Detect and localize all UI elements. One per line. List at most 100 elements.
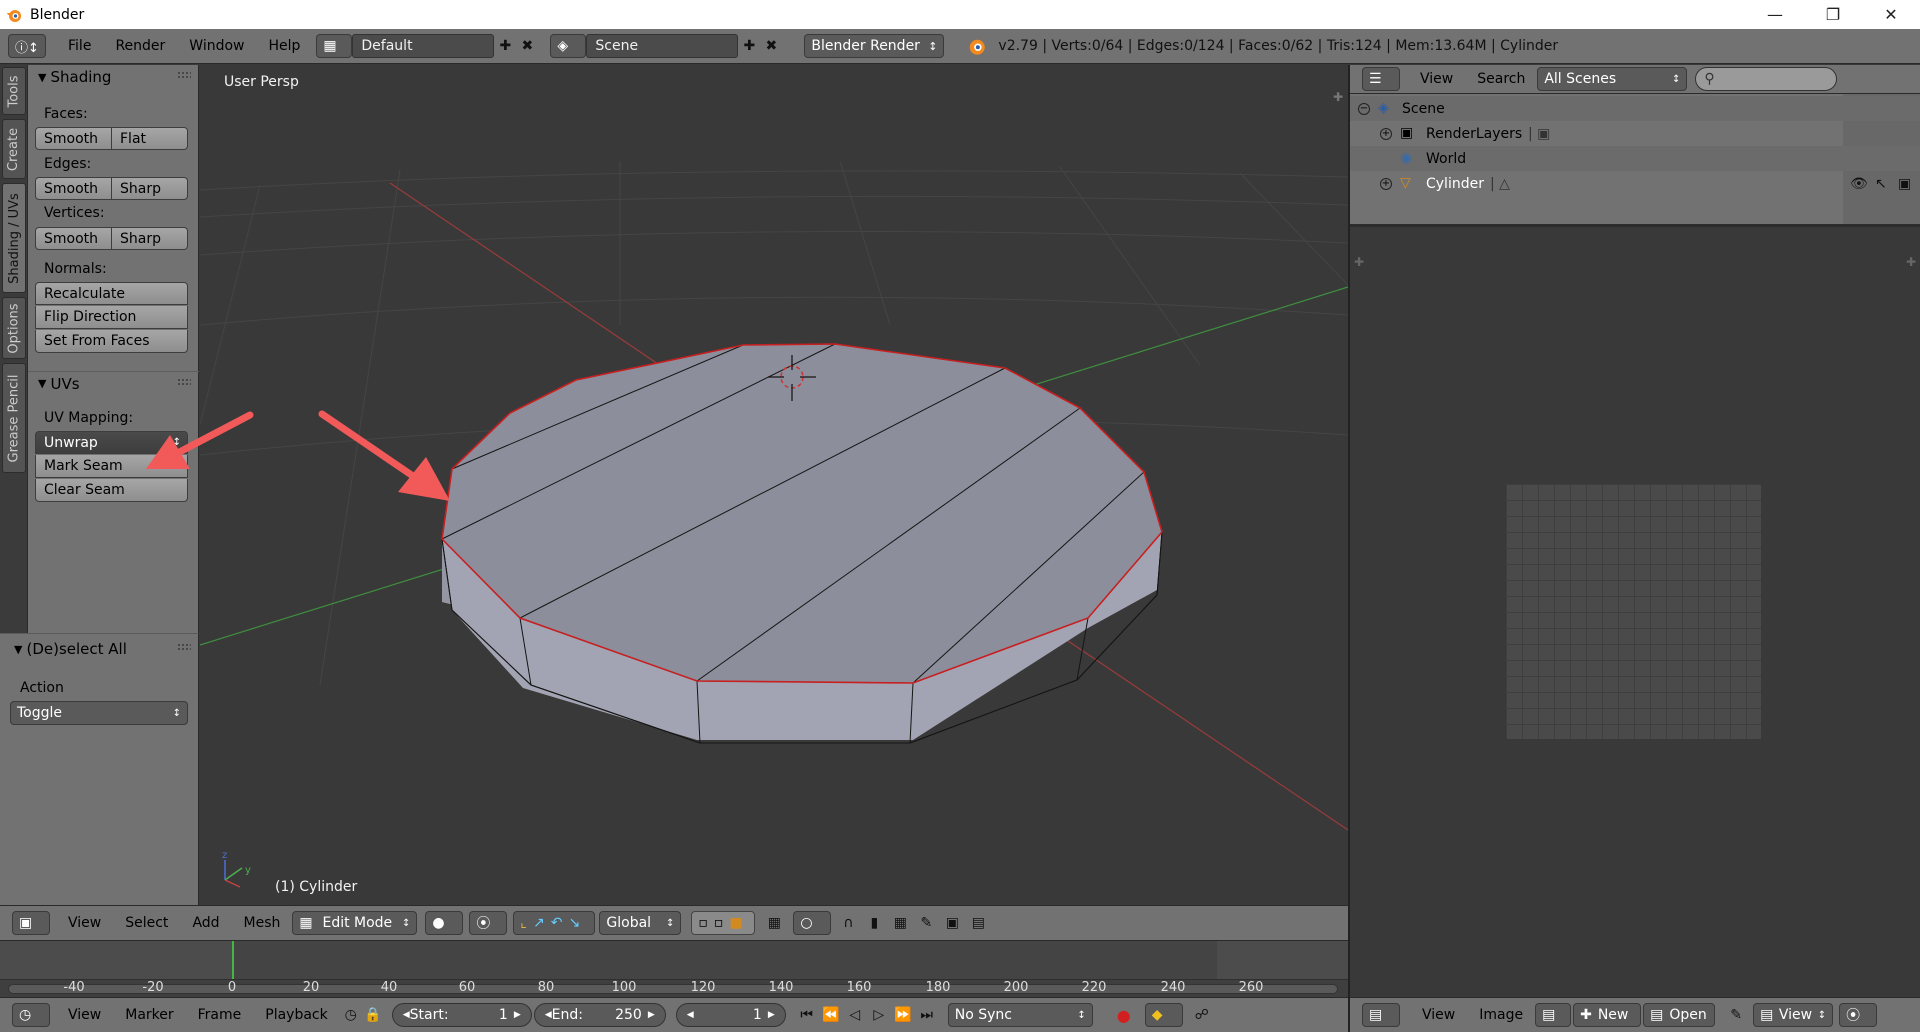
selection-mode-buttons[interactable]: ▫ ▫ ■ [691,911,756,935]
add-screen-icon[interactable]: ✚ [494,35,516,57]
render-engine-dropdown[interactable]: Blender Render ↕ [804,34,945,58]
visibility-eye-icon[interactable]: 👁 [1850,176,1868,192]
region-expand-icon[interactable]: ✚ [1906,255,1916,269]
uvs-panel-header[interactable]: ▼ UVs [28,371,199,395]
panel-grip-icon[interactable] [177,643,191,651]
pin-icon[interactable]: ✎ [915,912,937,934]
uv-image-editor[interactable]: ✚ ✚ [1350,227,1920,997]
keying-set-icon[interactable]: ☍ [1191,1004,1213,1026]
action-dropdown[interactable]: Toggle ↕ [10,701,188,725]
vertices-smooth-button[interactable]: Smooth [35,227,112,250]
remove-screen-icon[interactable]: ✖ [516,35,538,57]
editor-type-info-dropdown[interactable]: ⓘ↕ [8,34,46,58]
region-expand-icon[interactable]: ✚ [1333,90,1343,104]
shading-panel-header[interactable]: ▼ Shading [28,65,199,89]
display-mode-dropdown[interactable]: All Scenes ↕ [1537,67,1688,91]
menu-marker[interactable]: Marker [113,1007,185,1023]
current-frame-field[interactable]: ◀ 1 ▶ [675,1003,786,1027]
close-button[interactable]: ✕ [1862,0,1920,29]
edges-smooth-button[interactable]: Smooth [35,177,112,200]
pin-image-icon[interactable]: ✎ [1725,1004,1747,1026]
outliner-row-cylinder[interactable]: + ▽ Cylinder | △ 👁 ↖ ▣ [1350,171,1920,196]
scene-field[interactable]: Scene [586,34,739,58]
next-keyframe-icon[interactable]: ⏩ [892,1004,914,1026]
image-browse-button[interactable]: ▤ [1535,1003,1572,1027]
minimize-button[interactable]: — [1746,0,1804,29]
start-frame-field[interactable]: ◀ Start: 1 ▶ [391,1003,532,1027]
layers-icon[interactable]: ▦ [889,912,911,934]
expand-icon[interactable]: + [1380,177,1392,190]
menu-render[interactable]: Render [103,38,177,54]
menu-select[interactable]: Select [113,915,180,931]
menu-file[interactable]: File [56,38,103,54]
faces-smooth-button[interactable]: Smooth [35,127,112,150]
menu-view[interactable]: View [56,1007,113,1023]
cylinder-mesh[interactable] [441,343,1163,744]
add-scene-icon[interactable]: ✚ [738,35,760,57]
timeline-scrollbar[interactable] [8,984,1338,994]
restore-button[interactable]: ❐ [1804,0,1862,29]
flip-direction-button[interactable]: Flip Direction [35,306,188,329]
menu-view[interactable]: View [1410,1007,1467,1023]
menu-mesh[interactable]: Mesh [232,915,293,931]
editor-mode-dropdown[interactable]: ▤ View ↕ [1753,1003,1834,1027]
sync-mode-dropdown[interactable]: No Sync ↕ [947,1003,1093,1027]
jump-start-icon[interactable]: ⏮ [796,1004,818,1026]
play-icon[interactable]: ▷ [868,1004,890,1026]
vertices-sharp-button[interactable]: Sharp [112,227,188,250]
menu-view[interactable]: View [1408,71,1465,87]
editor-type-uv-dropdown[interactable]: ▤ [1362,1003,1400,1027]
preview-range-icon[interactable]: ◷ [340,1004,362,1026]
faces-flat-button[interactable]: Flat [112,127,188,150]
collapse-icon[interactable]: − [1358,102,1370,115]
render-preview-icon[interactable]: ▣ [941,912,963,934]
menu-view[interactable]: View [56,915,113,931]
recalculate-normals-button[interactable]: Recalculate [35,282,188,305]
3d-viewport[interactable]: z y ✚ User Persp (1) Cylinder [200,65,1348,905]
viewport-shading-dropdown[interactable]: ● [425,911,464,935]
tab-grease-pencil[interactable]: Grease Pencil [2,363,26,473]
play-reverse-icon[interactable]: ◁ [844,1004,866,1026]
tab-shading-uvs[interactable]: Shading / UVs [2,183,26,293]
current-frame-indicator[interactable] [232,941,234,979]
set-from-faces-button[interactable]: Set From Faces [35,330,188,353]
jump-end-icon[interactable]: ⏭ [916,1004,938,1026]
editor-type-timeline-dropdown[interactable]: ◷ [12,1003,50,1027]
editor-type-outliner-dropdown[interactable]: ☰ [1362,67,1400,91]
menu-window[interactable]: Window [177,38,256,54]
menu-search[interactable]: Search [1465,71,1537,87]
operator-panel-header[interactable]: ▼ (De)select All [0,637,199,661]
panel-grip-icon[interactable] [177,71,191,79]
menu-help[interactable]: Help [256,38,312,54]
screen-layout-field[interactable]: Default [352,34,495,58]
end-frame-field[interactable]: ◀ End: 250 ▶ [533,1003,666,1027]
snap-icon[interactable]: ∩ [837,912,859,934]
pivot-dropdown[interactable]: ⦿ [1839,1003,1878,1027]
timeline[interactable]: -40 -20 0 20 40 60 80 100 120 140 160 18… [0,940,1348,997]
clear-seam-button[interactable]: Clear Seam [35,479,188,502]
menu-add[interactable]: Add [180,915,231,931]
prev-keyframe-icon[interactable]: ⏪ [820,1004,842,1026]
outliner-row-world[interactable]: ◉ World [1350,146,1920,171]
outliner-row-renderlayers[interactable]: + ▣ RenderLayers | ▣ [1350,121,1920,146]
lock-icon[interactable]: 🔒 [362,1004,384,1026]
screen-layout-browse-button[interactable]: ▦ [316,34,353,58]
panel-grip-icon[interactable] [177,378,191,386]
menu-frame[interactable]: Frame [186,1007,254,1023]
tab-tools[interactable]: Tools [2,67,26,115]
menu-image[interactable]: Image [1467,1007,1535,1023]
expand-icon[interactable]: + [1380,127,1392,140]
outliner-row-scene[interactable]: − ◈ Scene [1350,96,1920,121]
tab-options[interactable]: Options [2,297,26,359]
region-expand-icon[interactable]: ✚ [1354,255,1364,269]
editor-type-3d-dropdown[interactable]: ▣ [12,911,50,935]
edges-sharp-button[interactable]: Sharp [112,177,188,200]
record-icon[interactable]: ● [1113,1004,1135,1026]
scene-browse-button[interactable]: ◈ [550,34,587,58]
selectable-cursor-icon[interactable]: ↖ [1875,176,1887,192]
render-animation-icon[interactable]: ▤ [967,912,989,934]
snap-element-icon[interactable]: ▮ [863,912,885,934]
open-image-button[interactable]: ▤ Open [1643,1003,1716,1027]
mode-dropdown[interactable]: ▦ Edit Mode ↕ [292,911,418,935]
menu-playback[interactable]: Playback [253,1007,339,1023]
